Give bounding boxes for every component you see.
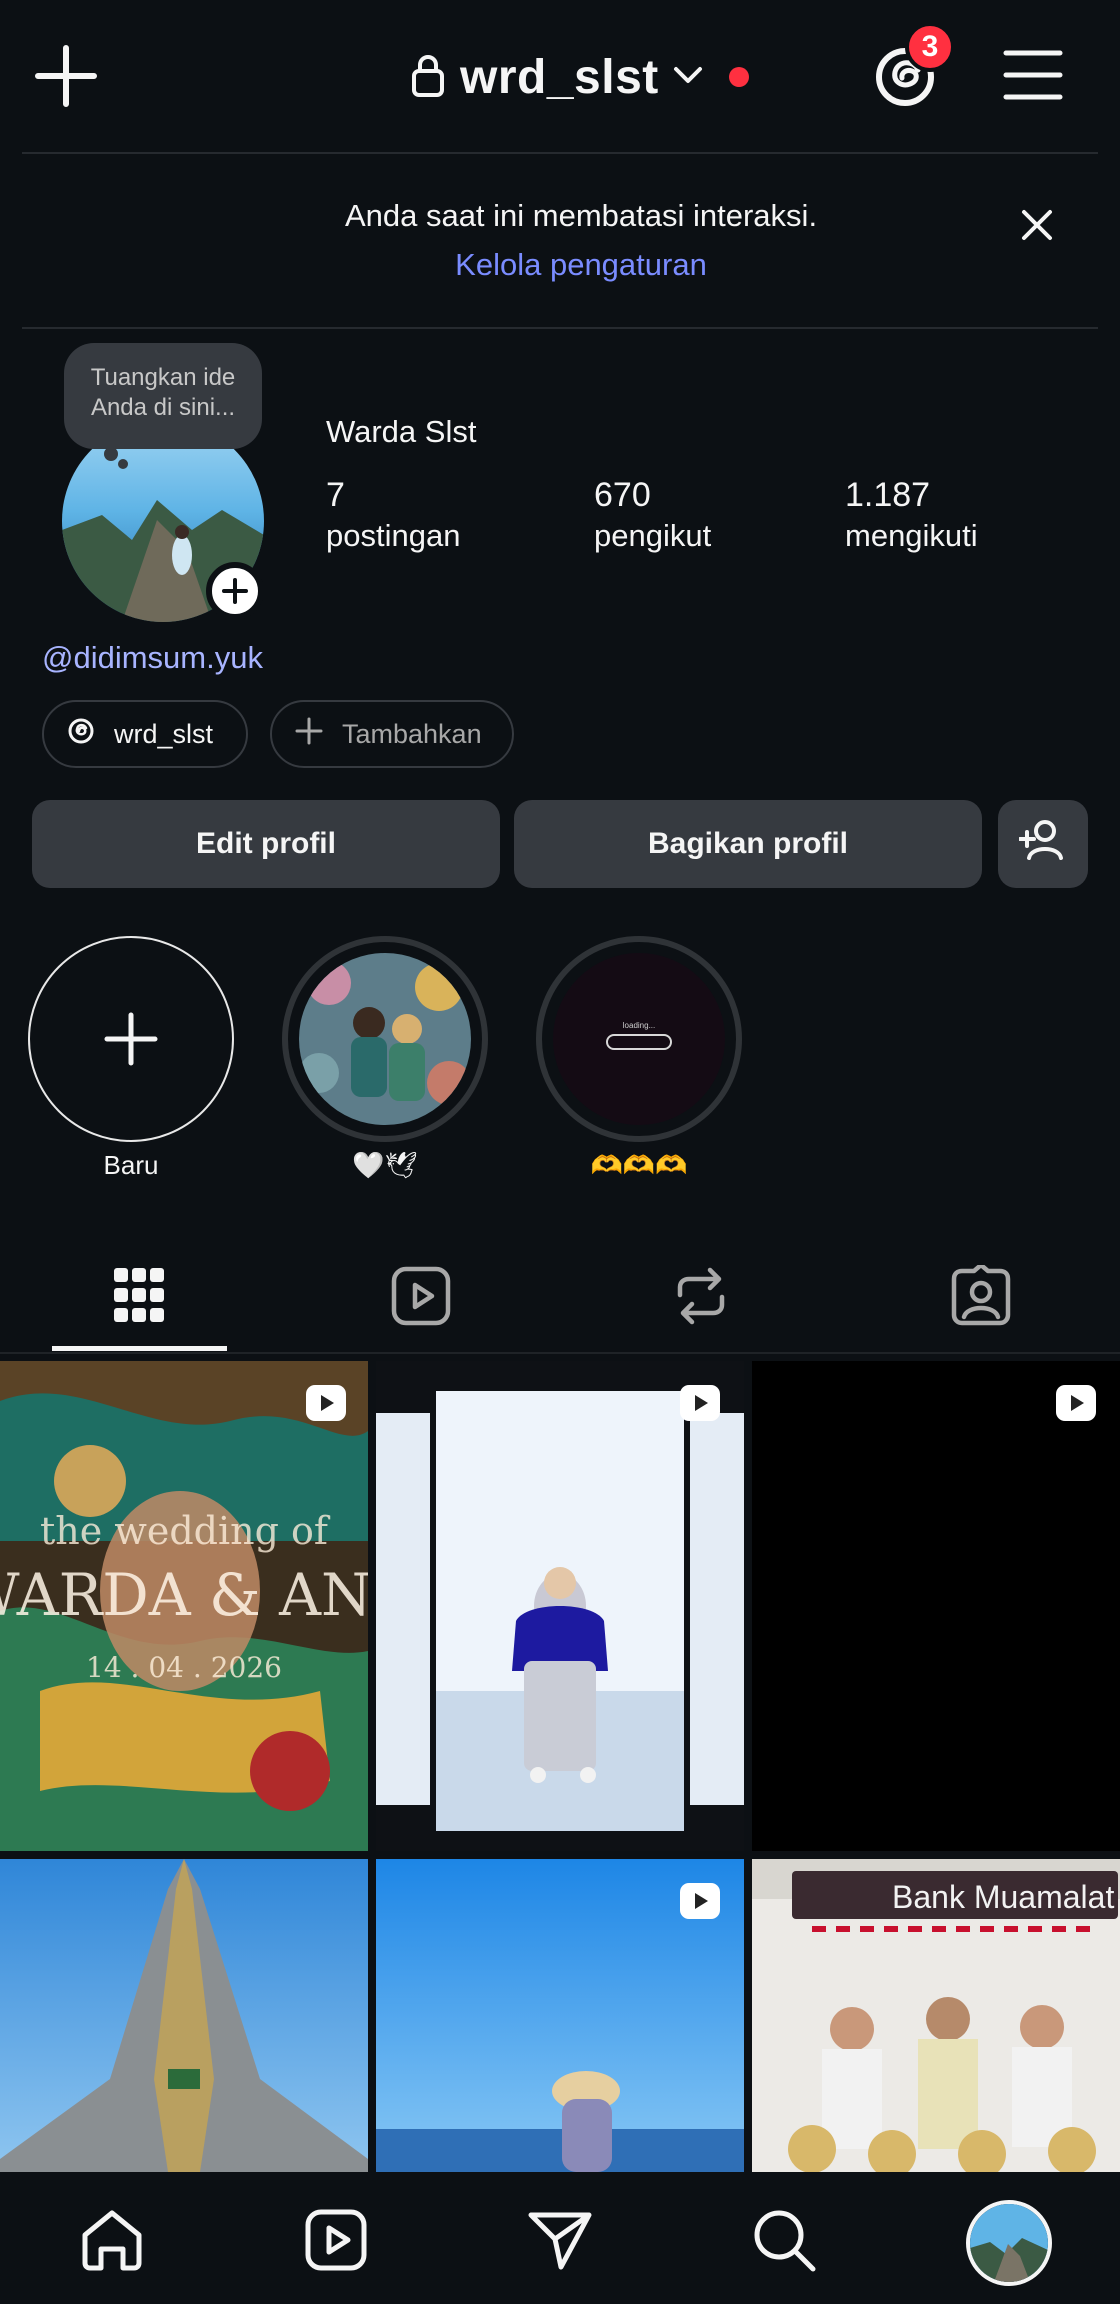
post-tile[interactable] (0, 1859, 368, 2172)
menu-icon[interactable] (1000, 45, 1066, 105)
threads-chip-label: wrd_slst (114, 718, 214, 749)
post-tile[interactable] (376, 1859, 744, 2172)
nav-search[interactable] (744, 2200, 824, 2280)
chevron-down-icon (673, 65, 703, 90)
create-plus-icon[interactable] (30, 40, 102, 112)
highlight-cover (299, 953, 471, 1125)
highlight-new[interactable]: Baru (28, 936, 234, 1181)
manage-settings-link[interactable]: Kelola pengaturan (0, 247, 1120, 283)
note-placeholder: Tuangkan ide Anda di sini... (90, 364, 236, 421)
post-tile[interactable]: the wedding of WARDA & ANDI 14 . 04 . 20… (0, 1361, 368, 1851)
plus-icon (294, 716, 324, 753)
reel-icon (680, 1883, 720, 1919)
stat-posts[interactable]: 7 postingan (326, 474, 460, 556)
add-story-button[interactable] (206, 562, 264, 620)
tab-tagged[interactable] (894, 1240, 1068, 1352)
stat-value: 1.187 (845, 476, 931, 514)
share-profile-button[interactable]: Bagikan profil (514, 800, 982, 888)
divider (22, 327, 1098, 329)
tagged-person-icon (951, 1265, 1011, 1326)
stat-following[interactable]: 1.187 mengikuti (845, 474, 978, 556)
add-person-icon (1018, 818, 1067, 870)
add-chip-label: Tambahkan (342, 718, 482, 749)
post-caption-line: 14 . 04 . 2026 (86, 1651, 282, 1684)
highlight-ring (282, 936, 488, 1142)
home-icon (82, 2210, 142, 2271)
restriction-notice: Anda saat ini membatasi interaksi. Kelol… (0, 154, 1120, 326)
stat-value: 670 (594, 476, 651, 514)
reel-icon (680, 1385, 720, 1421)
stat-value: 7 (326, 476, 345, 514)
highlight-label: Baru (103, 1150, 159, 1180)
active-tab-indicator (52, 1346, 227, 1351)
nav-profile-avatar[interactable] (966, 2200, 1052, 2286)
reel-icon (306, 1385, 346, 1421)
notice-message: Anda saat ini membatasi interaksi. (344, 198, 818, 233)
reel-icon (1056, 1385, 1096, 1421)
send-icon (528, 2212, 592, 2270)
tab-reposts[interactable] (614, 1240, 788, 1352)
search-icon (754, 2210, 816, 2272)
bottom-navigation (0, 2172, 1120, 2304)
note-bubble[interactable]: Tuangkan ide Anda di sini... (64, 343, 262, 469)
grid-icon (114, 1268, 164, 1322)
account-switcher[interactable]: wrd_slst (410, 40, 749, 114)
divider (0, 1352, 1120, 1354)
bank-sign-text: Bank Muamalat (892, 1879, 1115, 1915)
tab-grid[interactable] (52, 1240, 226, 1352)
threads-notification-badge: 3 (905, 22, 955, 72)
nav-home[interactable] (72, 2200, 152, 2280)
reels-icon (391, 1266, 451, 1326)
top-bar: wrd_slst 3 (0, 0, 1120, 152)
edit-profile-button[interactable]: Edit profil (32, 800, 500, 888)
highlight-loading[interactable]: loading... 🫶🫶🫶 (536, 936, 742, 1181)
discover-people-button[interactable] (998, 800, 1088, 888)
post-tile[interactable] (752, 1361, 1120, 1851)
close-icon[interactable] (1016, 204, 1058, 246)
add-link-chip[interactable]: Tambahkan (270, 700, 514, 768)
highlight-ring: loading... (536, 936, 742, 1142)
highlight-cover: loading... (553, 953, 725, 1125)
post-tile[interactable]: Bank Muamalat (752, 1859, 1120, 2172)
stat-label: mengikuti (845, 518, 978, 553)
threads-profile-chip[interactable]: wrd_slst (42, 700, 248, 768)
profile-tabs (0, 1240, 1120, 1352)
highlight-ring (28, 936, 234, 1142)
highlight-label: 🤍🕊 (352, 1150, 418, 1180)
post-caption-line: the wedding of (40, 1509, 328, 1553)
mention-link[interactable]: @didimsum.yuk (42, 640, 263, 676)
plus-icon (104, 1012, 158, 1066)
display-name: Warda Slst (326, 414, 477, 449)
nav-reels[interactable] (296, 2200, 376, 2280)
highlight-label: 🫶🫶🫶 (590, 1150, 688, 1180)
stat-label: postingan (326, 518, 461, 553)
highlight-wedding[interactable]: 🤍🕊 (282, 936, 488, 1181)
stat-label: pengikut (594, 518, 712, 553)
reels-icon (305, 2209, 367, 2271)
threads-icon (66, 716, 96, 753)
tab-reels[interactable] (334, 1240, 508, 1352)
post-tile[interactable] (376, 1361, 744, 1851)
stat-followers[interactable]: 670 pengikut (594, 474, 711, 556)
post-caption-line: WARDA & ANDI (0, 1561, 368, 1629)
unread-dot (728, 67, 749, 87)
nav-messages[interactable] (520, 2200, 600, 2280)
lock-icon (410, 53, 446, 102)
repost-icon (677, 1267, 725, 1325)
account-username: wrd_slst (460, 50, 659, 104)
